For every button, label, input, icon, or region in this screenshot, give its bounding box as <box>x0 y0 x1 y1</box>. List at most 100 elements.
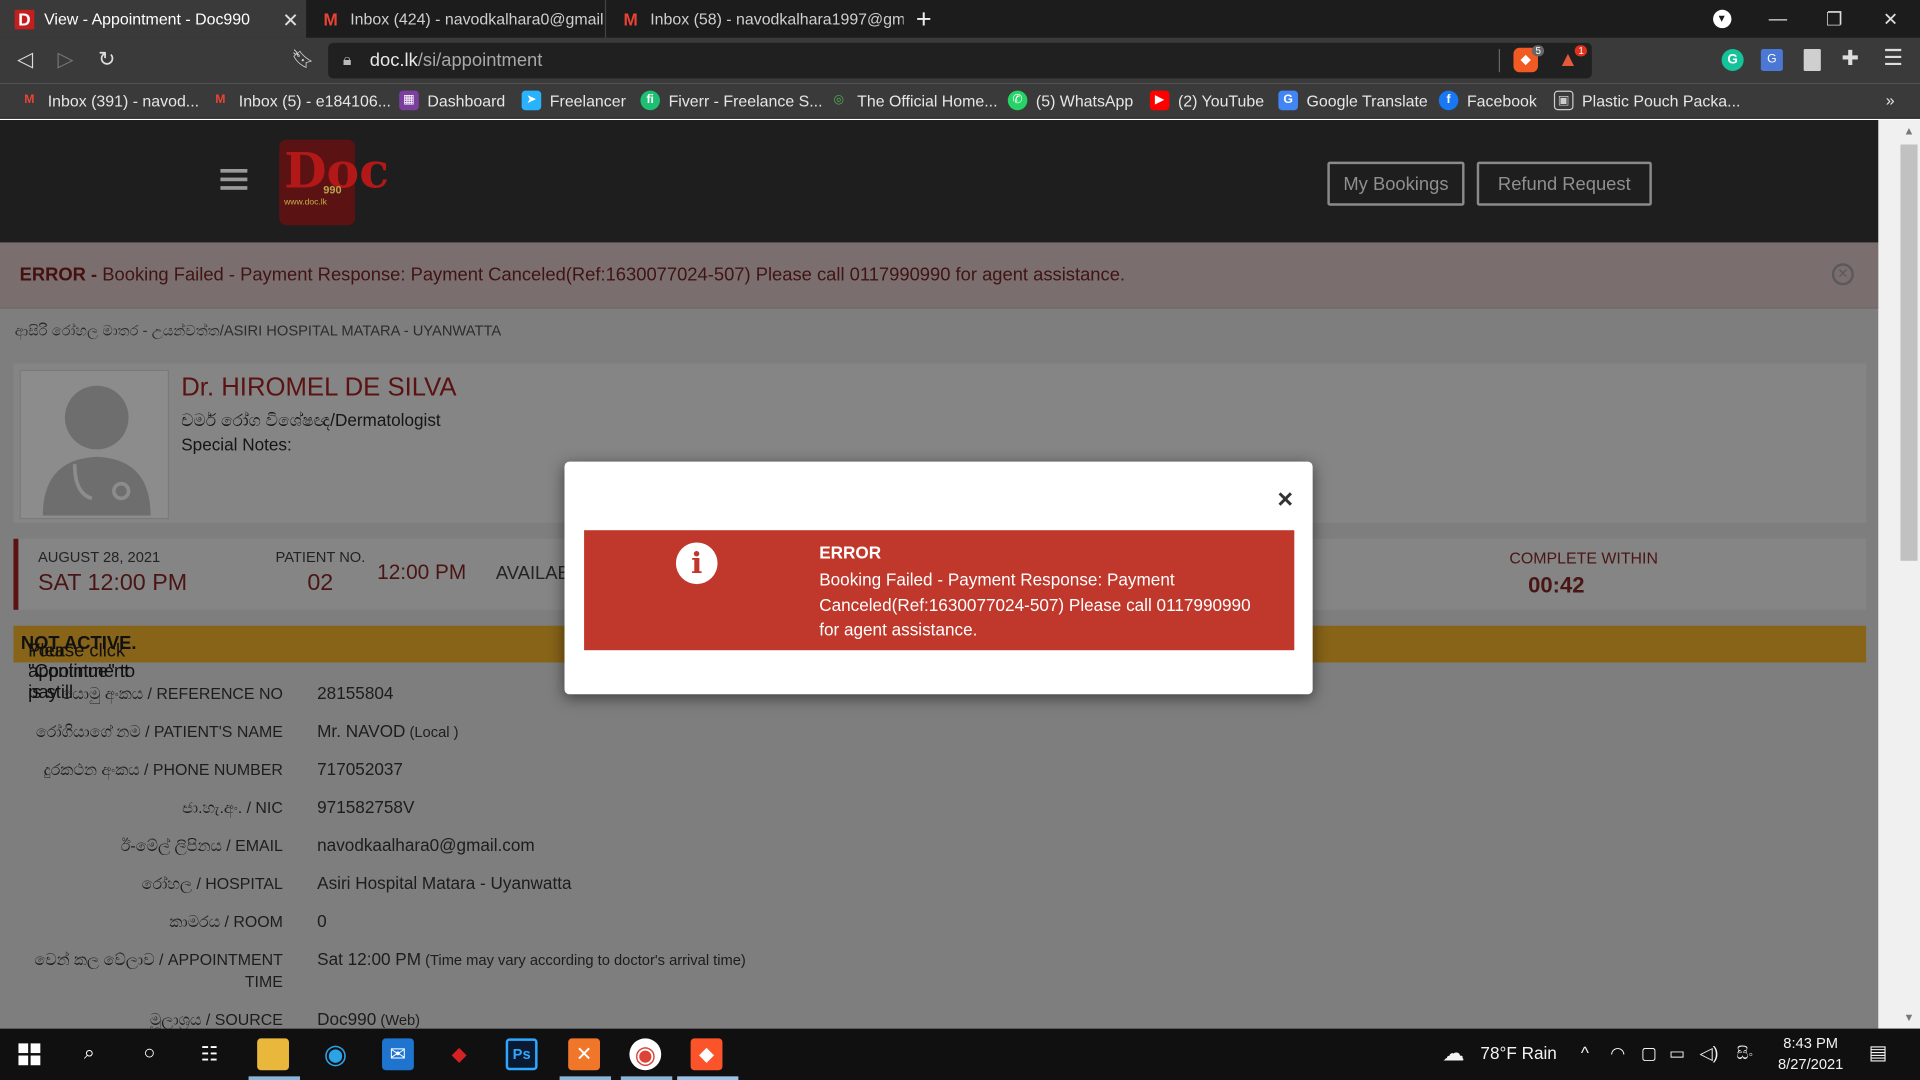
modal-error-title: ERROR <box>819 542 882 563</box>
translate-extension-icon[interactable]: G <box>1760 48 1783 72</box>
bookmark-item[interactable]: M Inbox (5) - e184106... <box>211 91 391 111</box>
scroll-up-icon[interactable]: ▲ <box>1900 125 1917 137</box>
translate-icon: G <box>1278 90 1298 111</box>
minimize-icon[interactable]: — <box>1750 0 1806 38</box>
whatsapp-icon: ✆ <box>1007 90 1028 111</box>
doc990-logo[interactable]: Doc 990 www.doc.lk <box>279 139 389 226</box>
doctor-specialty: චර්ම රෝග විශේෂඥ/Dermatologist <box>181 410 441 430</box>
bookmark-label: Inbox (5) - e184106... <box>238 91 391 110</box>
bookmark-item[interactable]: ➤ Freelancer <box>521 90 626 111</box>
reader-icon[interactable] <box>1803 48 1821 72</box>
bookmark-item[interactable]: M Inbox (391) - navod... <box>20 91 199 111</box>
lock-icon: 🔒︎ <box>342 50 352 69</box>
breadcrumb: ආසිරි රෝහල මාතර - උයන්වත්ත/ASIRI HOSPITA… <box>14 322 502 340</box>
bookmark-label: Fiverr - Freelance S... <box>668 91 823 110</box>
slot-date: AUGUST 28, 2021 <box>37 548 161 566</box>
detail-label: රෝහල / HOSPITAL <box>141 874 283 893</box>
system-clock[interactable]: 8:43 PM 8/27/2021 <box>1778 1033 1843 1075</box>
patient-no: 02 <box>307 570 334 597</box>
bookmark-item[interactable]: G Google Translate <box>1278 90 1428 111</box>
windows-start-icon[interactable] <box>13 1038 45 1070</box>
menu-icon[interactable]: ☰ <box>1883 45 1903 71</box>
value-text: 0 <box>317 911 327 931</box>
brave-icon[interactable]: ◆ <box>690 1038 723 1071</box>
my-bookings-button[interactable]: My Bookings <box>1327 161 1465 206</box>
close-icon[interactable]: ✕ <box>1831 263 1854 286</box>
modal-close-button[interactable]: × <box>1277 484 1293 516</box>
detail-value: navodkaalhara0@gmail.com <box>317 835 535 855</box>
detail-label: වෙන් කල වේලාව / APPOINTMENT <box>34 950 283 969</box>
detail-value: Mr. NAVOD (Local ) <box>317 721 458 741</box>
package-icon: ▣ <box>1553 90 1574 111</box>
tab-title: Inbox (424) - navodkalhara0@gmail.co <box>350 9 605 29</box>
value-text: Asiri Hospital Matara - Uyanwatta <box>317 873 572 893</box>
reload-icon[interactable]: ↻ <box>98 48 115 72</box>
bookmark-item[interactable]: f Facebook <box>1438 90 1537 111</box>
youtube-icon: ▶ <box>1149 90 1170 111</box>
more-bookmarks-button[interactable]: » <box>1886 91 1895 109</box>
close-window-icon[interactable]: ✕ <box>1862 0 1918 38</box>
search-icon[interactable]: ⌕ <box>73 1038 105 1070</box>
device-icon[interactable]: ▢ <box>1641 1043 1657 1064</box>
gmail-icon: M <box>623 9 638 29</box>
forward-icon[interactable]: ▷ <box>58 48 74 72</box>
shield-count-badge: 5 <box>1531 45 1545 57</box>
bookmark-item[interactable]: ◎ The Official Home... <box>829 91 997 111</box>
scrollbar-thumb[interactable] <box>1900 144 1918 561</box>
tab-gmail-1[interactable]: M Inbox (424) - navodkalhara0@gmail.co <box>306 0 605 38</box>
complete-within-label: COMPLETE WITHIN <box>1509 548 1658 567</box>
chevron-up-icon[interactable]: ^ <box>1581 1043 1589 1063</box>
edge-icon[interactable]: ◉ <box>320 1038 352 1070</box>
battery-icon[interactable]: ▭ <box>1669 1043 1685 1064</box>
tab-search-icon[interactable]: ▾ <box>1693 0 1749 38</box>
grammarly-icon[interactable]: G <box>1721 48 1744 72</box>
refund-request-button[interactable]: Refund Request <box>1476 161 1652 206</box>
tab-doc990[interactable]: D View - Appointment - Doc990 ✕ <box>0 0 307 38</box>
task-view-icon[interactable]: ☷ <box>193 1038 225 1070</box>
mail-icon[interactable]: ✉ <box>382 1038 414 1071</box>
doctor-name: Dr. HIROMEL DE SILVA <box>181 373 457 402</box>
bookmark-item[interactable]: ✆ (5) WhatsApp <box>1007 90 1133 111</box>
bookmark-item[interactable]: ▣ Plastic Pouch Packa... <box>1553 90 1740 111</box>
active-indicator <box>620 1076 673 1080</box>
availability-label: AVAILAB <box>495 563 570 585</box>
close-tab-icon[interactable]: ✕ <box>282 9 298 33</box>
photoshop-icon[interactable]: Ps <box>505 1038 538 1071</box>
back-icon[interactable]: ◁ <box>17 48 33 72</box>
notification-icon[interactable]: ▤ <box>1869 1041 1888 1065</box>
scroll-down-icon[interactable]: ▼ <box>1900 1011 1917 1023</box>
home-icon: ◎ <box>833 93 845 107</box>
bookmark-item[interactable]: ▶ (2) YouTube <box>1149 90 1264 111</box>
restore-icon[interactable]: ❐ <box>1806 0 1862 38</box>
bookmark-item[interactable]: ▦ Dashboard <box>399 90 505 111</box>
bookmark-label: Facebook <box>1466 91 1537 110</box>
weather-icon[interactable]: ☁ <box>1442 1041 1464 1067</box>
bookmark-item[interactable]: fi Fiverr - Freelance S... <box>640 90 823 111</box>
weather-text[interactable]: 78°F Rain <box>1480 1043 1556 1063</box>
value-text: Sat 12:00 PM <box>317 948 422 969</box>
file-explorer-icon[interactable] <box>257 1038 289 1071</box>
new-tab-button[interactable]: + <box>916 4 932 36</box>
extensions-icon[interactable]: ✚ <box>1842 47 1859 71</box>
detail-label-line2: TIME <box>244 972 283 991</box>
game-icon[interactable]: ◆ <box>443 1038 475 1070</box>
address-bar[interactable]: 🔒︎ doc.lk/si/appointment ◆ 5 ▲ 1 <box>328 42 1592 79</box>
xampp-icon[interactable]: ✕ <box>568 1038 601 1071</box>
volume-icon[interactable]: ◁) <box>1700 1043 1719 1064</box>
page-scrollbar[interactable]: ▲ ▼ <box>1878 120 1920 1029</box>
tab-gmail-2[interactable]: M Inbox (58) - navodkalhara1997@gmail <box>604 0 904 38</box>
language-indicator[interactable]: සිං <box>1736 1043 1753 1064</box>
hamburger-menu-icon[interactable] <box>220 168 248 191</box>
bookmark-icon[interactable]: 🔖︎ <box>291 48 314 70</box>
detail-value: 717052037 <box>317 759 403 779</box>
error-alert-bar: ERROR - Booking Failed - Payment Respons… <box>0 242 1879 309</box>
value-text: 28155804 <box>317 683 394 703</box>
url-path: /si/appointment <box>417 50 543 72</box>
cortana-icon[interactable]: ○ <box>133 1038 165 1070</box>
detail-value: 0 <box>317 911 327 931</box>
wifi-icon[interactable]: ◠ <box>1610 1043 1625 1064</box>
fiverr-icon: fi <box>640 90 661 111</box>
value-text: Doc990 <box>317 1008 377 1029</box>
value-extra: (Time may vary according to doctor's arr… <box>421 951 746 969</box>
chrome-icon[interactable]: ◉ <box>629 1038 662 1071</box>
